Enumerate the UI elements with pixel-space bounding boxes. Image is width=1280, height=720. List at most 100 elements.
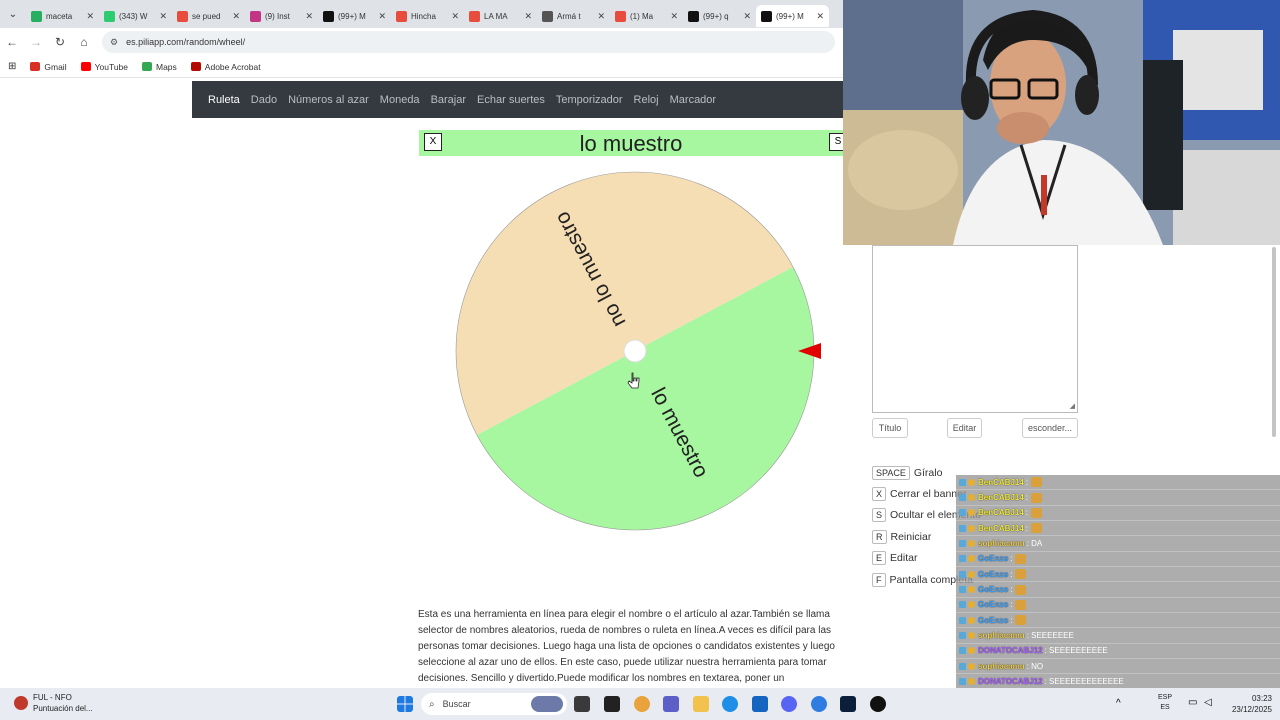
browser-tab[interactable]: maceta ✕ (26, 5, 99, 27)
chat-message: DONATOCABJ12: SEEEEEEEEEE (956, 644, 1280, 660)
site-nav-link[interactable]: Ruleta (208, 94, 240, 106)
edit-button[interactable]: Editar (947, 418, 982, 438)
discord-icon[interactable] (781, 696, 797, 712)
tab-search-chevron-icon[interactable]: ⌄ (0, 0, 26, 28)
browser-tab[interactable]: se pued ✕ (172, 5, 245, 27)
close-tab-icon[interactable]: ✕ (305, 11, 313, 22)
chrome-icon[interactable] (811, 696, 827, 712)
browser-tab[interactable]: (1) Ma ✕ (610, 5, 683, 27)
store-icon[interactable] (752, 696, 768, 712)
network-icon[interactable]: ▭ (1188, 697, 1197, 708)
url-field[interactable]: ⚙ es.piliapp.com/random/wheel/ (102, 31, 835, 53)
close-tab-icon[interactable]: ✕ (743, 11, 751, 22)
site-info-icon[interactable]: ⚙ (110, 37, 118, 48)
close-tab-icon[interactable]: ✕ (597, 11, 605, 22)
webcam-overlay (843, 0, 1280, 245)
browser-tab[interactable]: (99+) M ✕ (318, 5, 391, 27)
chat-username[interactable]: DONATOCABJ12 (978, 646, 1043, 655)
browser-tab[interactable]: Armá t ✕ (537, 5, 610, 27)
teams-icon[interactable] (663, 696, 679, 712)
close-tab-icon[interactable]: ✕ (232, 11, 240, 22)
edge-icon[interactable] (722, 696, 738, 712)
file-explorer-icon[interactable] (693, 696, 709, 712)
back-arrow-icon[interactable]: ← (0, 35, 24, 49)
chat-username[interactable]: DONATOCABJ12 (978, 677, 1043, 686)
copilot-icon[interactable] (634, 696, 650, 712)
windows-start-icon[interactable] (397, 696, 413, 712)
scrollbar-thumb[interactable] (1272, 247, 1276, 437)
shortcut-key[interactable]: R (872, 529, 887, 544)
language-indicator[interactable]: ESP ES (1158, 693, 1172, 713)
shortcut-key[interactable]: F (872, 572, 886, 587)
resize-grip-icon[interactable]: ◢ (1070, 402, 1075, 410)
browser-tab[interactable]: (9) Inst ✕ (245, 5, 318, 27)
bookmark-item[interactable]: Gmail (30, 62, 67, 72)
reload-icon[interactable]: ↻ (48, 35, 72, 49)
chat-username[interactable]: sophiacamu (978, 631, 1025, 640)
options-textarea[interactable]: ◢ (872, 245, 1078, 413)
clock[interactable]: 03:23 23/12/2025 (1232, 693, 1272, 715)
spinning-wheel[interactable]: no lo muestrolo muestro (452, 168, 822, 536)
site-nav-link[interactable]: Moneda (380, 94, 420, 106)
browser-tab[interactable]: LA MA ✕ (464, 5, 537, 27)
browser-tab[interactable]: (99+) M ✕ (756, 5, 829, 27)
browser-tab[interactable]: (343) W ✕ (99, 5, 172, 27)
shortcut-key[interactable]: E (872, 551, 887, 566)
site-nav-link[interactable]: Marcador (670, 94, 716, 106)
bookmark-item[interactable]: YouTube (80, 62, 128, 72)
site-nav-link[interactable]: Dado (251, 94, 277, 106)
scrollbar[interactable] (1271, 245, 1277, 440)
browser-tab[interactable]: (99+) q ✕ (683, 5, 756, 27)
site-nav-link[interactable]: Números al azar (288, 94, 369, 106)
forward-arrow-icon[interactable]: → (24, 35, 48, 49)
chat-username[interactable]: GoEnzo (978, 554, 1008, 563)
task-view-icon[interactable] (574, 696, 590, 712)
chat-username[interactable]: BenCABJ14 (978, 493, 1024, 502)
shortcut-key[interactable]: S (872, 508, 887, 523)
shortcut-key[interactable]: X (872, 487, 887, 502)
site-nav-link[interactable]: Barajar (431, 94, 466, 106)
close-tab-icon[interactable]: ✕ (378, 11, 386, 22)
taskbar-search[interactable]: ⌕ Buscar (421, 693, 567, 715)
capcut-icon[interactable] (604, 696, 620, 712)
chat-username[interactable]: GoEnzo (978, 616, 1008, 625)
close-tab-icon[interactable]: ✕ (524, 11, 532, 22)
chat-text: : (1010, 585, 1013, 595)
close-tab-icon[interactable]: ✕ (159, 11, 167, 22)
chat-username[interactable]: GoEnzo (978, 585, 1008, 594)
apps-grid-icon[interactable]: ⊞ (8, 61, 16, 72)
volume-icon[interactable]: ◁ (1204, 697, 1212, 708)
bookmark-item[interactable]: Maps (142, 62, 177, 72)
close-tab-icon[interactable]: ✕ (816, 11, 824, 22)
browser-tab[interactable]: Hincha ✕ (391, 5, 464, 27)
close-tab-icon[interactable]: ✕ (451, 11, 459, 22)
close-tab-icon[interactable]: ✕ (86, 11, 94, 22)
widgets-news[interactable]: FUL - NFO Puntuación del... (14, 692, 93, 714)
chat-badge-icon (959, 524, 966, 532)
close-tab-icon[interactable]: ✕ (670, 11, 678, 22)
site-nav-link[interactable]: Echar suertes (477, 94, 545, 106)
language-top: ESP (1158, 694, 1173, 701)
chat-username[interactable]: sophiacamu (978, 662, 1025, 671)
chat-username[interactable]: GoEnzo (978, 570, 1008, 579)
photoshop-icon[interactable] (840, 696, 856, 712)
tab-favicon-icon (615, 10, 626, 22)
hide-button[interactable]: esconder... (1022, 418, 1078, 438)
title-button[interactable]: Título (872, 418, 908, 438)
wheel-center-hub[interactable] (623, 339, 647, 363)
tab-favicon-icon (761, 10, 772, 22)
site-nav-link[interactable]: Reloj (634, 94, 659, 106)
home-icon[interactable]: ⌂ (72, 35, 96, 49)
chat-username[interactable]: BenCABJ14 (978, 524, 1024, 533)
site-nav-link[interactable]: Temporizador (556, 94, 623, 106)
chat-username[interactable]: BenCABJ14 (978, 508, 1024, 517)
chat-username[interactable]: sophiacamu (978, 539, 1025, 548)
news-widget-icon (14, 696, 28, 710)
bookmark-item[interactable]: Adobe Acrobat (190, 62, 261, 72)
shortcut-key[interactable]: SPACE (872, 465, 910, 480)
tab-title: LA MA (484, 11, 508, 21)
obs-icon[interactable] (870, 696, 886, 712)
chat-username[interactable]: GoEnzo (978, 600, 1008, 609)
tray-chevron-icon[interactable]: ^ (1116, 698, 1121, 709)
chat-username[interactable]: BenCABJ14 (978, 478, 1024, 487)
